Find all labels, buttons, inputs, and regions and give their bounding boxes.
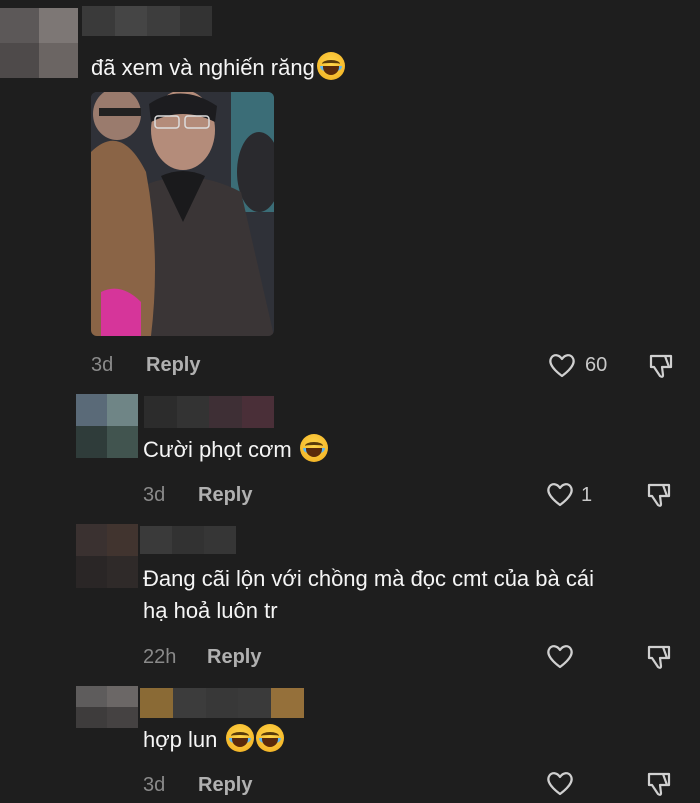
like-button[interactable]: [546, 643, 574, 674]
reply-button[interactable]: Reply: [198, 774, 252, 797]
avatar[interactable]: [76, 394, 138, 458]
comment-text: đã xem và nghiến răng: [91, 52, 345, 84]
thumbs-down-outline-icon: [647, 772, 671, 796]
username[interactable]: [140, 526, 236, 554]
thumbs-down-outline-icon: [649, 354, 673, 378]
avatar[interactable]: [76, 686, 138, 728]
comment-timestamp: 22h: [143, 646, 177, 668]
username[interactable]: [82, 6, 212, 36]
avatar[interactable]: [0, 8, 78, 78]
comment-text: Cười phọt cơm: [143, 434, 328, 466]
like-button[interactable]: [546, 770, 574, 801]
reply-button[interactable]: Reply: [146, 354, 200, 377]
heart-outline-icon: [547, 645, 573, 669]
comment-text: hợp lun: [143, 724, 284, 756]
comment-text-line-2: hạ hoả luôn tr: [143, 598, 278, 623]
laughing-emoji-icon: [225, 724, 254, 752]
comment-timestamp: 3d: [143, 774, 166, 796]
avatar[interactable]: [76, 524, 138, 588]
comment-timestamp: 3d: [91, 354, 114, 376]
reply-button[interactable]: Reply: [198, 484, 252, 507]
comment-image[interactable]: [91, 92, 274, 336]
dislike-button[interactable]: [645, 770, 673, 803]
photo-illustration: [91, 92, 274, 336]
like-count: 60: [585, 354, 608, 376]
dislike-button[interactable]: [647, 352, 675, 385]
like-button[interactable]: [548, 352, 576, 383]
comment-timestamp: 3d: [143, 484, 166, 506]
dislike-button[interactable]: [645, 481, 673, 514]
laughing-emoji-icon: [299, 434, 328, 462]
reply-button[interactable]: Reply: [207, 646, 261, 669]
like-count: 1: [581, 484, 593, 506]
thumbs-down-outline-icon: [647, 483, 671, 507]
username[interactable]: [140, 688, 304, 718]
like-button[interactable]: [546, 481, 574, 512]
dislike-button[interactable]: [645, 643, 673, 676]
thumbs-down-outline-icon: [647, 645, 671, 669]
laughing-emoji-icon: [255, 724, 284, 752]
comment-text-line-1: Đang cãi lộn với chồng mà đọc cmt của bà…: [143, 566, 594, 591]
laughing-emoji-icon: [316, 52, 345, 80]
username[interactable]: [144, 396, 274, 428]
heart-outline-icon: [547, 483, 573, 507]
heart-outline-icon: [549, 354, 575, 378]
heart-outline-icon: [547, 772, 573, 796]
